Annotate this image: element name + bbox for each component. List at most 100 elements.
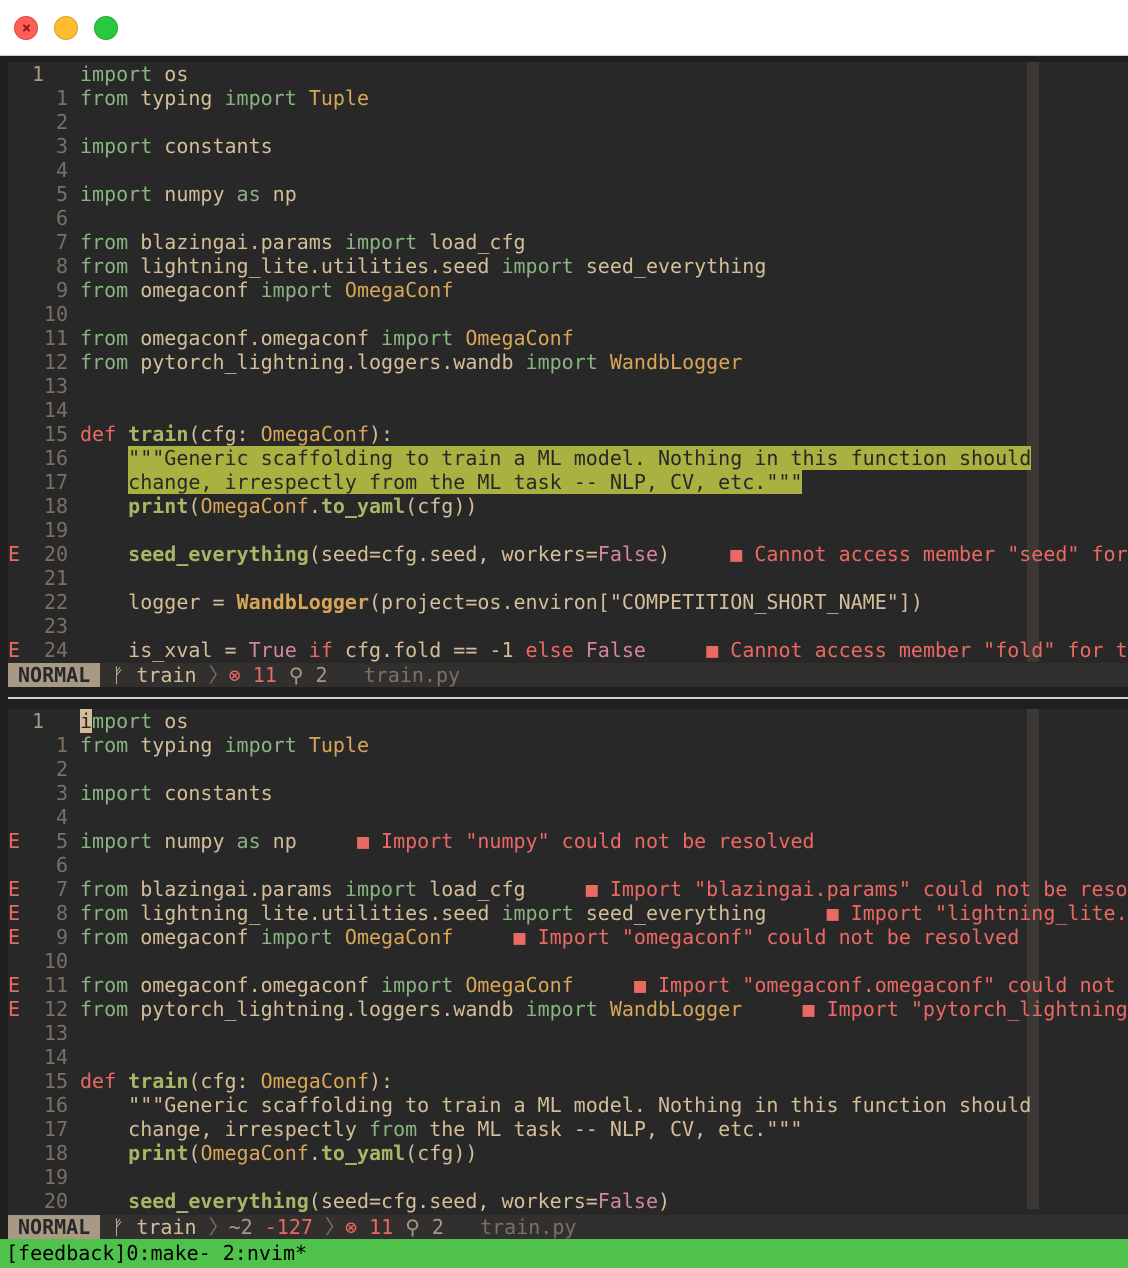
code-line[interactable]: 19	[8, 1165, 1128, 1189]
code-line[interactable]: 19	[8, 518, 1128, 542]
code-line[interactable]: 10	[8, 949, 1128, 973]
hint-icon: ⚲	[288, 663, 316, 687]
git-branch: train	[136, 1215, 197, 1239]
code-line[interactable]: 22 logger = WandbLogger(project=os.envir…	[8, 590, 1128, 614]
code-line[interactable]: 23	[8, 614, 1128, 638]
code-line[interactable]: E 12 from pytorch_lightning.loggers.wandb …	[8, 997, 1128, 1021]
code-line[interactable]: 8 from lightning_lite.utilities.seed impo…	[8, 254, 1128, 278]
diagnostic-sign: E	[8, 877, 21, 901]
code-line[interactable]: 1 from typing import Tuple	[8, 86, 1128, 110]
code-line[interactable]: 9 from omegaconf import OmegaConf	[8, 278, 1128, 302]
line-number: 18	[43, 1141, 68, 1165]
line-number: 15	[43, 1069, 68, 1093]
code-line[interactable]: 13	[8, 1021, 1128, 1045]
code-line[interactable]: 2	[8, 757, 1128, 781]
line-text: change, irrespectly from the ML task -- …	[80, 1117, 803, 1141]
minimize-window-button[interactable]	[54, 16, 78, 40]
line-number: 5	[55, 182, 68, 206]
code-line[interactable]: 3 import constants	[8, 134, 1128, 158]
diagnostic-sign: E	[8, 638, 21, 662]
line-number: 14	[43, 1045, 68, 1069]
line-text: import numpy as np	[80, 182, 297, 206]
code-line[interactable]: E 9 from omegaconf import OmegaConf ■ Impo…	[8, 925, 1128, 949]
terminal[interactable]: 1 import os 1 from typing import Tuple 2 3 imp…	[0, 56, 1128, 1268]
line-number: 9	[55, 925, 68, 949]
code-line[interactable]: 3 import constants	[8, 781, 1128, 805]
code-line[interactable]: 21	[8, 566, 1128, 590]
line-text: def train(cfg: OmegaConf):	[80, 422, 394, 446]
code-line[interactable]: 6	[8, 853, 1128, 877]
code-line[interactable]: 15 def train(cfg: OmegaConf):	[8, 1069, 1128, 1093]
editor-pane-top[interactable]: 1 import os 1 from typing import Tuple 2 3 imp…	[8, 62, 1128, 687]
line-text: seed_everything(seed=cfg.seed, workers=F…	[128, 542, 1128, 566]
code-line[interactable]: 14	[8, 398, 1128, 422]
line-text: import os	[80, 709, 189, 733]
line-number: 8	[55, 901, 68, 925]
line-text: from lightning_lite.utilities.seed impor…	[80, 901, 1128, 925]
code-line[interactable]: 18 print(OmegaConf.to_yaml(cfg))	[8, 494, 1128, 518]
code-line[interactable]: E 20 seed_everything(seed=cfg.seed, worke…	[8, 542, 1128, 566]
tmux-statusbar: [feedback]0:make- 2:nvim*	[0, 1239, 1128, 1268]
line-text: """Generic scaffolding to train a ML mod…	[128, 446, 1032, 470]
line-number: 1	[32, 709, 45, 733]
line-number: 1	[55, 733, 68, 757]
line-number: 6	[55, 206, 68, 230]
line-text: from omegaconf.omegaconf import OmegaCon…	[80, 973, 1128, 997]
diagnostic-sign: E	[8, 829, 21, 853]
code-line[interactable]: 4	[8, 805, 1128, 829]
line-text: from pytorch_lightning.loggers.wandb imp…	[80, 350, 743, 374]
line-number: 3	[55, 134, 68, 158]
line-number: 4	[55, 158, 68, 182]
code-line[interactable]: E 8 from lightning_lite.utilities.seed imp…	[8, 901, 1128, 925]
code-line[interactable]: 18 print(OmegaConf.to_yaml(cfg))	[8, 1141, 1128, 1165]
error-count: 11	[252, 663, 277, 687]
line-number: 20	[43, 1189, 68, 1213]
line-text: import os	[80, 62, 189, 86]
diff-added: ~2	[228, 1215, 253, 1239]
code-line[interactable]: 1 import os	[8, 709, 1128, 733]
code-line[interactable]: 2	[8, 110, 1128, 134]
pane-separator[interactable]	[8, 697, 1128, 699]
line-number: 1	[32, 62, 45, 86]
code-line[interactable]: 6	[8, 206, 1128, 230]
line-number: 7	[55, 230, 68, 254]
code-line[interactable]: 7 from blazingai.params import load_cfg	[8, 230, 1128, 254]
code-line[interactable]: 17 change, irrespectly from the ML task …	[8, 470, 1128, 494]
code-line[interactable]: 15 def train(cfg: OmegaConf):	[8, 422, 1128, 446]
code-line[interactable]: 17 change, irrespectly from the ML task …	[8, 1117, 1128, 1141]
hint-count: 2	[431, 1215, 444, 1239]
editor-pane-bottom[interactable]: 1 import os 1 from typing import Tuple 2 3 imp…	[8, 709, 1128, 1233]
code-line[interactable]: 11 from omegaconf.omegaconf import OmegaC…	[8, 326, 1128, 350]
code-line[interactable]: 16 """Generic scaffolding to train a ML …	[8, 1093, 1128, 1117]
statusline-bottom: NORMAL ᚠ train 〉~2 -127 〉⊗ 11 ⚲ 2 train.…	[8, 1215, 1128, 1239]
code-line[interactable]: 16 """Generic scaffolding to train a ML …	[8, 446, 1128, 470]
code-line[interactable]: E 11 from omegaconf.omegaconf import Omega…	[8, 973, 1128, 997]
line-number: 15	[43, 422, 68, 446]
line-number: 11	[43, 973, 68, 997]
statusline-top: NORMAL ᚠ train 〉⊗ 11 ⚲ 2 train.py	[8, 663, 1128, 687]
code-line[interactable]: 13	[8, 374, 1128, 398]
code-line[interactable]: E 5 import numpy as np ■ Import "numpy" co…	[8, 829, 1128, 853]
file-name: train.py	[363, 663, 461, 687]
code-line[interactable]: 1 import os	[8, 62, 1128, 86]
branch-icon: ᚠ	[112, 1215, 125, 1239]
code-line[interactable]: 5 import numpy as np	[8, 182, 1128, 206]
line-text: is_xval = True if cfg.fold == -1 else Fa…	[80, 638, 1128, 662]
line-number: 7	[55, 877, 68, 901]
code-line[interactable]: 12 from pytorch_lightning.loggers.wandb i…	[8, 350, 1128, 374]
close-window-button[interactable]	[14, 16, 38, 40]
code-line[interactable]: 20 seed_everything(seed=cfg.seed, worker…	[8, 1189, 1128, 1213]
code-line[interactable]: 14	[8, 1045, 1128, 1069]
line-text: from omegaconf import OmegaConf	[80, 278, 454, 302]
code-line[interactable]: E 7 from blazingai.params import load_cfg …	[8, 877, 1128, 901]
maximize-window-button[interactable]	[94, 16, 118, 40]
code-line[interactable]: 1 from typing import Tuple	[8, 733, 1128, 757]
code-line[interactable]: 10	[8, 302, 1128, 326]
line-text: print(OmegaConf.to_yaml(cfg))	[128, 1141, 478, 1165]
line-number: 5	[55, 829, 68, 853]
file-name: train.py	[480, 1215, 577, 1239]
code-line[interactable]: E 24 is_xval = True if cfg.fold == -1 els…	[8, 638, 1128, 662]
line-number: 16	[43, 1093, 68, 1117]
code-line[interactable]: 4	[8, 158, 1128, 182]
diagnostic-sign: E	[8, 901, 21, 925]
